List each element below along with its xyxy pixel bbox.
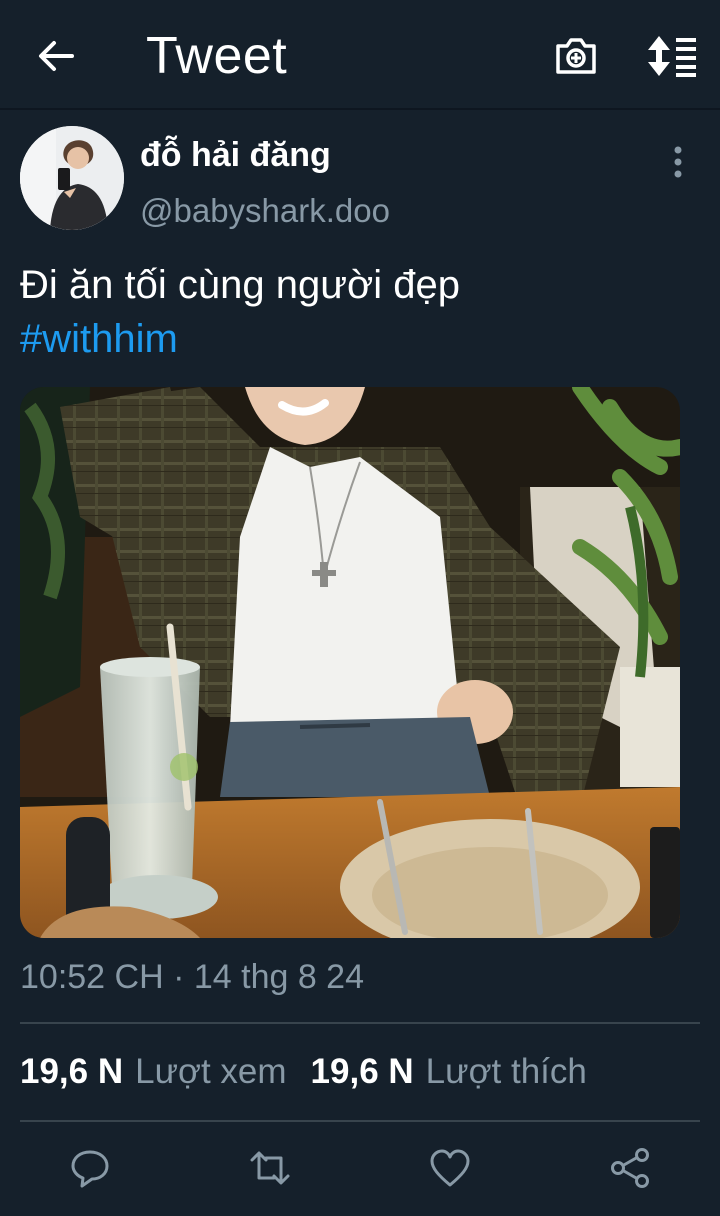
back-button[interactable] bbox=[32, 32, 80, 80]
retweet-button[interactable] bbox=[248, 1146, 292, 1190]
likes-label[interactable]: Lượt thích bbox=[426, 1052, 587, 1091]
top-bar: Tweet bbox=[0, 0, 720, 110]
display-name[interactable]: đỗ hải đăng bbox=[140, 136, 331, 175]
arrow-left-icon bbox=[39, 41, 74, 71]
views-count: 19,6 N bbox=[20, 1052, 124, 1091]
reply-button[interactable] bbox=[68, 1146, 112, 1190]
likes-count[interactable]: 19,6 N bbox=[311, 1052, 414, 1091]
tweet-photo-image bbox=[20, 387, 680, 938]
share-button[interactable] bbox=[608, 1146, 652, 1190]
camera-plus-icon bbox=[556, 38, 596, 74]
views-label: Lượt xem bbox=[135, 1052, 287, 1091]
sort-list-icon bbox=[648, 36, 696, 77]
tweet-text: Đi ăn tối cùng người đẹp #withhim bbox=[20, 258, 700, 366]
more-vertical-icon bbox=[674, 146, 682, 178]
user-handle[interactable]: @babyshark.doo bbox=[140, 192, 390, 230]
like-button[interactable] bbox=[428, 1146, 472, 1190]
share-icon bbox=[611, 1148, 649, 1188]
sort-button[interactable] bbox=[646, 32, 698, 80]
tweet-stats: 19,6 N Lượt xem 19,6 N Lượt thích bbox=[20, 1052, 611, 1092]
page-title: Tweet bbox=[146, 27, 288, 85]
camera-button[interactable] bbox=[552, 32, 600, 80]
tweet-photo[interactable] bbox=[20, 387, 680, 938]
reply-icon bbox=[71, 1150, 109, 1188]
like-icon bbox=[430, 1149, 470, 1187]
retweet-icon bbox=[250, 1151, 290, 1185]
hashtag-link[interactable]: #withhim bbox=[20, 312, 700, 366]
divider bbox=[20, 1022, 700, 1024]
avatar[interactable] bbox=[20, 126, 124, 230]
avatar-photo bbox=[20, 126, 124, 230]
tweet-body: Đi ăn tối cùng người đẹp bbox=[20, 263, 460, 307]
more-options-button[interactable] bbox=[664, 144, 692, 180]
tweet-timestamp: 10:52 CH · 14 thg 8 24 bbox=[20, 958, 365, 996]
divider bbox=[20, 1120, 700, 1122]
